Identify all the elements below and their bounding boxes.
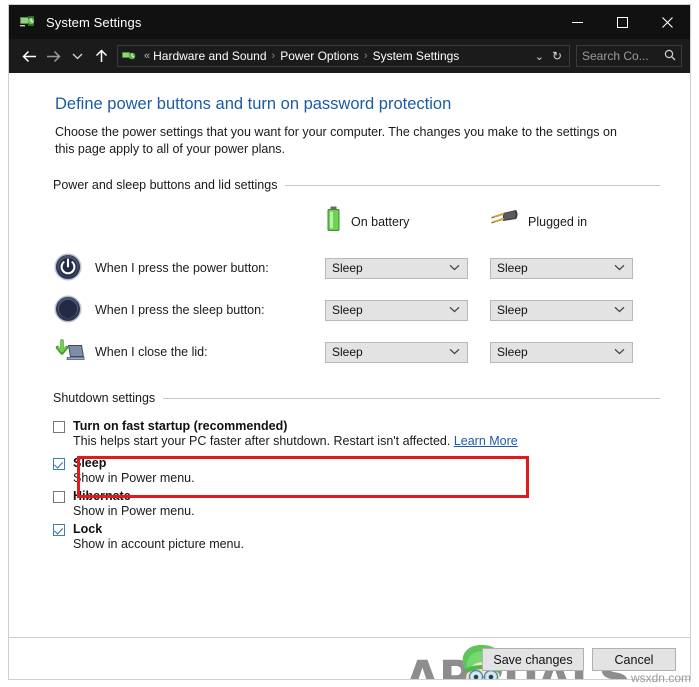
breadcrumb-separator-2[interactable]: › [359,50,373,62]
fast-startup-description: This helps start your PC faster after sh… [73,434,451,448]
combo-power-button-plugged-in[interactable]: Sleep [490,257,633,279]
chevron-down-icon [449,347,460,358]
combo-sleep-button-plugged-in[interactable]: Sleep [490,299,633,321]
forward-button[interactable] [41,44,65,68]
sleep-checkbox[interactable] [53,458,65,470]
system-settings-icon [19,13,37,31]
page-description: Choose the power settings that you want … [55,125,617,156]
footer-divider [9,637,690,638]
option-hibernate-row[interactable]: Hibernate [53,489,690,503]
chevron-down-icon [614,305,625,316]
option-lock: Lock Show in account picture menu. [53,522,690,551]
power-plug-icon [491,208,519,235]
combo-value: Sleep [332,345,363,359]
sleep-label: Sleep [73,456,107,470]
fast-startup-block: Turn on fast startup (recommended) This … [9,419,690,448]
option-sleep: Sleep Show in Power menu. [53,456,690,485]
breadcrumb-folder-icon [122,49,137,64]
lock-checkbox[interactable] [53,524,65,536]
sleep-moon-icon [53,294,85,326]
combo-value: Sleep [332,261,363,275]
breadcrumb-item-system-settings[interactable]: System Settings [373,49,460,63]
hibernate-label: Hibernate [73,489,131,503]
combo-power-button-on-battery[interactable]: Sleep [325,257,468,279]
source-watermark: wsxdn.com [630,671,691,685]
save-changes-button[interactable]: Save changes [482,648,584,671]
power-group-header: Power and sleep buttons and lid settings [9,178,690,192]
search-placeholder: Search Co... [582,49,649,63]
combo-value: Sleep [332,303,363,317]
sleep-description: Show in Power menu. [73,471,195,485]
combo-sleep-button-on-battery[interactable]: Sleep [325,299,468,321]
option-hibernate: Hibernate Show in Power menu. [53,489,690,518]
lock-description: Show in account picture menu. [73,537,244,551]
breadcrumb-overflow[interactable]: « [141,50,153,62]
close-button[interactable] [645,5,690,39]
row-power-button: When I press the power button: Sleep Sle… [53,247,690,289]
combo-close-lid-on-battery[interactable]: Sleep [325,341,468,363]
recent-locations-button[interactable] [65,44,89,68]
row-label-sleep-button: When I press the sleep button: [95,303,265,317]
content-area: Define power buttons and turn on passwor… [9,73,690,679]
laptop-lid-icon [53,336,85,368]
option-sleep-row[interactable]: Sleep [53,456,690,470]
footer-buttons: Save changes Cancel [482,648,676,671]
fast-startup-checkbox[interactable] [53,421,65,433]
row-label-close-lid: When I close the lid: [95,345,208,359]
fast-startup-description-row: This helps start your PC faster after sh… [73,434,690,448]
breadcrumb-item-hardware-and-sound[interactable]: Hardware and Sound [153,49,266,63]
chevron-down-icon [614,347,625,358]
power-group-rule [285,184,660,186]
page-title: Define power buttons and turn on passwor… [55,95,452,113]
battery-icon [325,206,342,237]
up-button[interactable] [89,44,113,68]
row-close-lid: When I close the lid: Sleep Sleep [53,331,690,373]
column-label-on-battery: On battery [351,214,410,229]
fast-startup-checkbox-row[interactable]: Turn on fast startup (recommended) [53,419,690,433]
column-header-plugged-in: Plugged in [491,206,657,237]
search-icon [664,49,676,64]
combo-value: Sleep [497,303,528,317]
chevron-down-icon[interactable]: ⌄ [530,50,549,63]
back-button[interactable] [17,44,41,68]
cancel-button[interactable]: Cancel [592,648,676,671]
hibernate-checkbox[interactable] [53,491,65,503]
option-lock-row[interactable]: Lock [53,522,690,536]
shutdown-options-list: Sleep Show in Power menu. Hibernate Show… [9,456,690,551]
chevron-down-icon [449,305,460,316]
learn-more-link[interactable]: Learn More [454,434,518,448]
combo-value: Sleep [497,345,528,359]
address-bar: « Hardware and Sound › Power Options › S… [9,39,690,73]
chevron-down-icon [449,263,460,274]
maximize-button[interactable] [600,5,645,39]
search-input[interactable]: Search Co... [576,45,682,67]
fast-startup-label: Turn on fast startup (recommended) [73,419,288,433]
combo-close-lid-plugged-in[interactable]: Sleep [490,341,633,363]
column-headers: On battery Plugged in [9,206,690,237]
lock-label: Lock [73,522,103,536]
power-button-icon [53,252,85,284]
power-group-label: Power and sleep buttons and lid settings [53,178,278,192]
window-controls [555,5,690,39]
power-settings-rows: When I press the power button: Sleep Sle… [9,247,690,373]
combo-value: Sleep [497,261,528,275]
shutdown-group-header: Shutdown settings [9,391,690,405]
column-header-on-battery: On battery [325,206,491,237]
row-sleep-button: When I press the sleep button: Sleep Sle… [53,289,690,331]
breadcrumb[interactable]: « Hardware and Sound › Power Options › S… [117,45,570,67]
column-label-plugged-in: Plugged in [528,214,588,229]
breadcrumb-item-power-options[interactable]: Power Options [280,49,359,63]
hibernate-description: Show in Power menu. [73,504,195,518]
row-label-power-button: When I press the power button: [95,261,269,275]
refresh-icon[interactable]: ↻ [549,49,565,63]
shutdown-group-label: Shutdown settings [53,391,156,405]
minimize-button[interactable] [555,5,600,39]
system-settings-window: System Settings « Hardware and Sound › P… [8,4,691,680]
window-title: System Settings [46,14,142,30]
shutdown-group-rule [163,397,660,399]
breadcrumb-separator-1[interactable]: › [267,50,281,62]
title-bar: System Settings [9,5,690,39]
chevron-down-icon [614,263,625,274]
